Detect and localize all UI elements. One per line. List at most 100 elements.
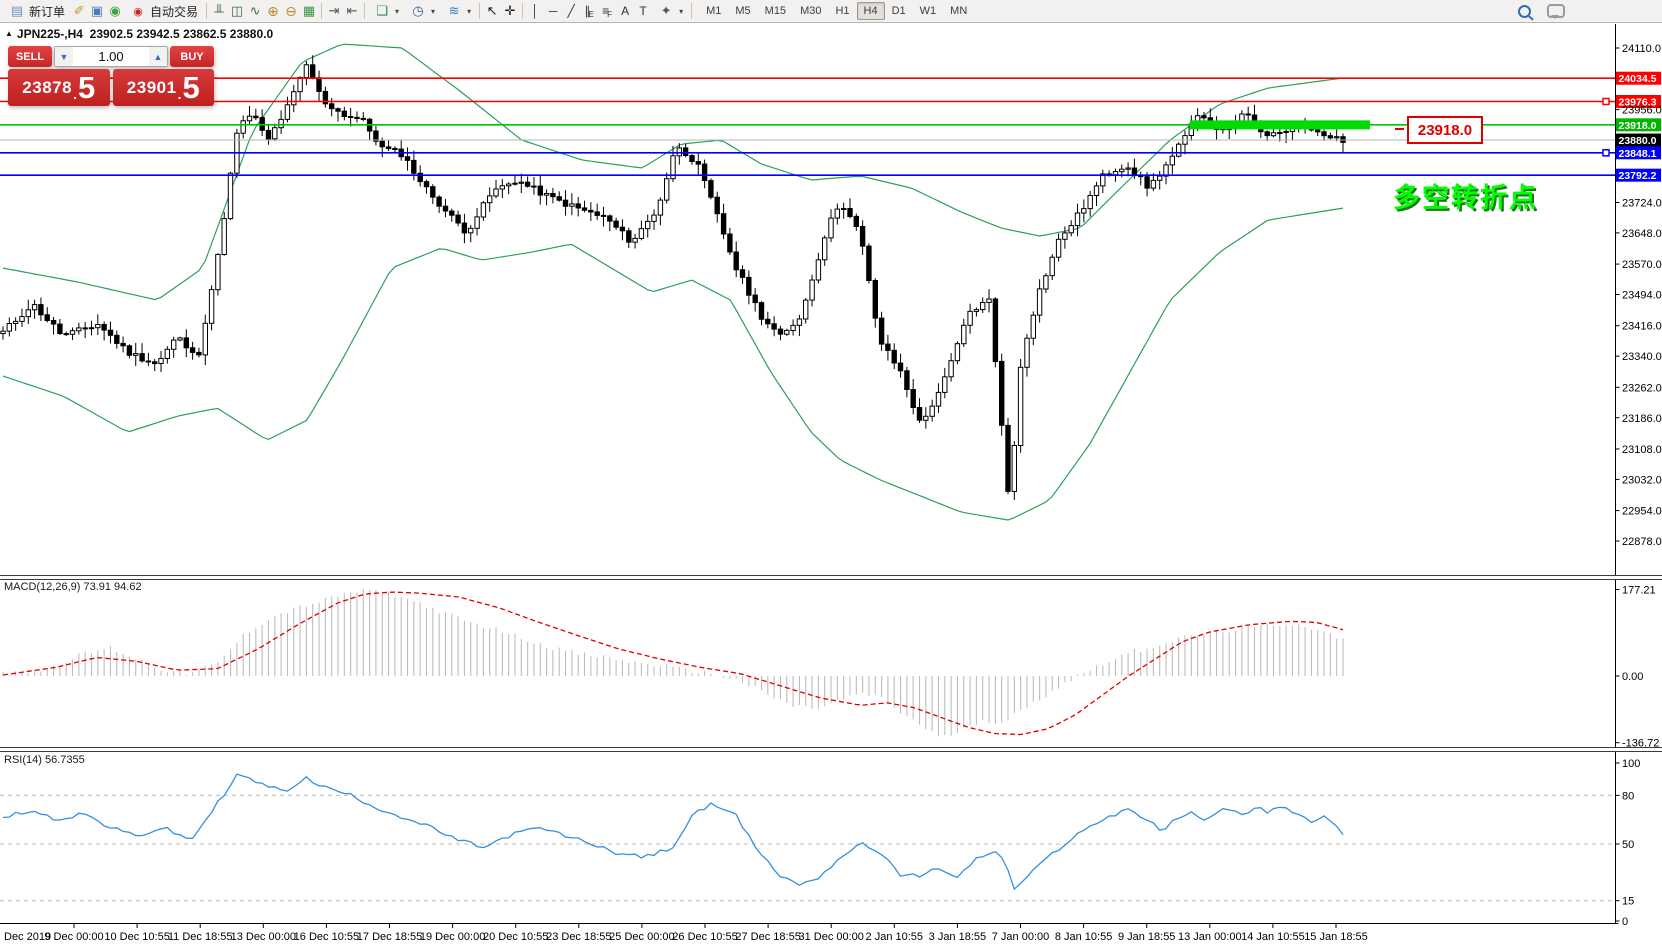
toolbar: ▤ 新订单 ✐ ▣ ◉ ◉ 自动交易 ╨ ◫ ∿ ⊕ ⊖ ▦ ⇥ ⇤ ❏ ▾ ◷…	[0, 0, 1662, 23]
toolbar-separator	[321, 3, 322, 19]
horizontal-line-tool-icon[interactable]: ─	[544, 2, 562, 21]
time-axis-tick-label[interactable]: 11 Dec 18:55	[168, 931, 233, 943]
macd-axis-tick-label[interactable]: 177.21	[1622, 585, 1656, 597]
price-axis-tick-label[interactable]: 23340.0	[1622, 351, 1662, 363]
indicators-button[interactable]: ≋ ▾	[440, 1, 476, 22]
chat-icon[interactable]	[1547, 4, 1565, 18]
zoom-out-icon[interactable]: ⊖	[282, 2, 300, 21]
hline-handle[interactable]	[1603, 150, 1609, 156]
buy-price-button[interactable]: 23901 . 5	[113, 69, 215, 106]
sell-price-button[interactable]: 23878 . 5	[8, 69, 110, 106]
zoom-in-icon[interactable]: ⊕	[264, 2, 282, 21]
rsi-axis-tick-label[interactable]: 0	[1622, 916, 1628, 928]
autotrading-icon: ◉	[129, 2, 147, 21]
time-axis-tick-label[interactable]: 9 Dec 00:00	[44, 931, 103, 943]
auto-scroll-icon[interactable]: ⇥	[325, 2, 343, 21]
timeframe-M15[interactable]: M15	[758, 2, 793, 20]
text-tool-icon[interactable]: A	[616, 2, 634, 21]
new-order-button[interactable]: ▤ 新订单	[3, 1, 70, 22]
price-axis-tick-label[interactable]: 23724.0	[1622, 197, 1662, 209]
cursor-icon[interactable]: ↖	[483, 2, 501, 21]
price-axis-tick-label[interactable]: 23494.0	[1622, 290, 1662, 302]
time-axis-tick-label[interactable]: 14 Jan 10:55	[1241, 931, 1305, 943]
autotrading-button[interactable]: ◉ 自动交易	[124, 1, 203, 22]
vertical-line-tool-icon[interactable]: │	[526, 2, 544, 21]
sell-button[interactable]: SELL	[8, 46, 52, 67]
rsi-axis-tick-label[interactable]: 15	[1622, 896, 1634, 908]
price-axis-tick-label[interactable]: 23648.0	[1622, 228, 1662, 240]
time-axis-tick-label[interactable]: 31 Dec 00:00	[798, 931, 863, 943]
channel-tool-icon[interactable]: ∥E	[580, 2, 598, 21]
period-button[interactable]: ◷ ▾	[404, 1, 440, 22]
time-axis-tick-label[interactable]: 27 Dec 18:55	[735, 931, 800, 943]
price-axis-tick-label[interactable]: 23956.0	[1622, 105, 1662, 117]
line-chart-icon[interactable]: ∿	[246, 2, 264, 21]
rsi-axis-tick-label[interactable]: 50	[1622, 839, 1634, 851]
price-axis-tick-label[interactable]: 22954.0	[1622, 506, 1662, 518]
time-axis-tick-label[interactable]: 26 Dec 10:55	[672, 931, 737, 943]
timeframe-M1[interactable]: M1	[699, 2, 728, 20]
new-order-label: 新订单	[29, 3, 65, 20]
price-axis-tick-label[interactable]: 23032.0	[1622, 474, 1662, 486]
price-callout-tick	[1395, 128, 1404, 130]
timeframe-H4[interactable]: H4	[857, 2, 885, 20]
time-axis-tick-label[interactable]: 23 Dec 18:55	[546, 931, 611, 943]
trendline-tool-icon[interactable]: ╱	[562, 2, 580, 21]
time-axis-tick-label[interactable]: 19 Dec 00:00	[420, 931, 485, 943]
price-axis-tick-label[interactable]: 23186.0	[1622, 413, 1662, 425]
signals-icon[interactable]: ◉	[106, 2, 124, 21]
time-axis-tick-label[interactable]: 8 Jan 10:55	[1055, 931, 1113, 943]
time-axis-tick-label[interactable]: 3 Jan 18:55	[929, 931, 987, 943]
pane-divider-rsi[interactable]	[0, 747, 1662, 752]
price-callout-box[interactable]: 23918.0	[1407, 116, 1483, 144]
price-axis-tick-label[interactable]: 22878.0	[1622, 536, 1662, 548]
time-axis-tick-label[interactable]: 16 Dec 10:55	[294, 931, 359, 943]
time-axis-tick-label[interactable]: 15 Jan 18:55	[1304, 931, 1368, 943]
buy-button[interactable]: BUY	[170, 46, 214, 67]
time-axis-tick-label[interactable]: 9 Jan 18:55	[1118, 931, 1176, 943]
time-axis-tick-label[interactable]: 13 Dec 00:00	[231, 931, 296, 943]
price-axis-tick-label[interactable]: 24110.0	[1622, 43, 1661, 55]
time-axis-tick-label[interactable]: 2 Jan 10:55	[866, 931, 924, 943]
volume-value[interactable]: 1.00	[73, 49, 149, 64]
price-axis-tick-label[interactable]: 23262.0	[1622, 382, 1662, 394]
time-axis-tick-label[interactable]: 17 Dec 18:55	[357, 931, 422, 943]
volume-increase-button[interactable]: ▲	[149, 47, 167, 66]
price-axis-tick-label[interactable]: 23108.0	[1622, 444, 1662, 456]
time-axis-tick-label[interactable]: 25 Dec 00:00	[609, 931, 674, 943]
macd-axis-tick-label[interactable]: 0.00	[1622, 671, 1643, 683]
fibonacci-tool-icon[interactable]: ≡F	[598, 2, 616, 21]
palette-icon[interactable]: ✐	[70, 2, 88, 21]
sell-price-pips: 5	[78, 72, 95, 103]
time-axis-tick-label[interactable]: 13 Jan 00:00	[1178, 931, 1242, 943]
bar-chart-icon[interactable]: ╨	[210, 2, 228, 21]
hline-handle[interactable]	[1603, 99, 1609, 105]
tile-windows-icon[interactable]: ▦	[300, 2, 318, 21]
timeframe-D1[interactable]: D1	[885, 2, 913, 20]
new-chart-button[interactable]: ❏ ▾	[368, 1, 404, 22]
timeframe-W1[interactable]: W1	[913, 2, 944, 20]
timeframe-M5[interactable]: M5	[728, 2, 757, 20]
search-icon[interactable]	[1518, 5, 1531, 18]
sell-price-dot: .	[73, 86, 77, 106]
rsi-axis-tick-label[interactable]: 100	[1622, 758, 1640, 770]
chart-shift-icon[interactable]: ⇤	[343, 2, 361, 21]
time-axis-tick-label[interactable]: 7 Jan 00:00	[992, 931, 1050, 943]
price-axis-tick-label[interactable]: 23570.0	[1622, 259, 1662, 271]
rsi-axis-tick-label[interactable]: 80	[1622, 790, 1634, 802]
pane-divider-macd[interactable]	[0, 575, 1662, 580]
volume-decrease-button[interactable]: ▼	[55, 47, 73, 66]
chart-annotation-text[interactable]: 多空转折点	[1393, 176, 1538, 215]
collapse-arrow-icon[interactable]: ▲	[5, 29, 13, 38]
timeframe-M30[interactable]: M30	[793, 2, 828, 20]
candlestick-icon[interactable]: ◫	[228, 2, 246, 21]
time-axis-tick-label[interactable]: 20 Dec 10:55	[483, 931, 548, 943]
price-axis-tick-label[interactable]: 23416.0	[1622, 321, 1662, 333]
time-axis-tick-label[interactable]: 10 Dec 10:55	[104, 931, 169, 943]
shapes-button[interactable]: ✦ ▾	[652, 1, 688, 22]
crosshair-icon[interactable]: ✛	[501, 2, 519, 21]
timeframe-H1[interactable]: H1	[828, 2, 856, 20]
timeframe-MN[interactable]: MN	[943, 2, 974, 20]
terminal-icon[interactable]: ▣	[88, 2, 106, 21]
label-tool-icon[interactable]: T	[634, 2, 652, 21]
